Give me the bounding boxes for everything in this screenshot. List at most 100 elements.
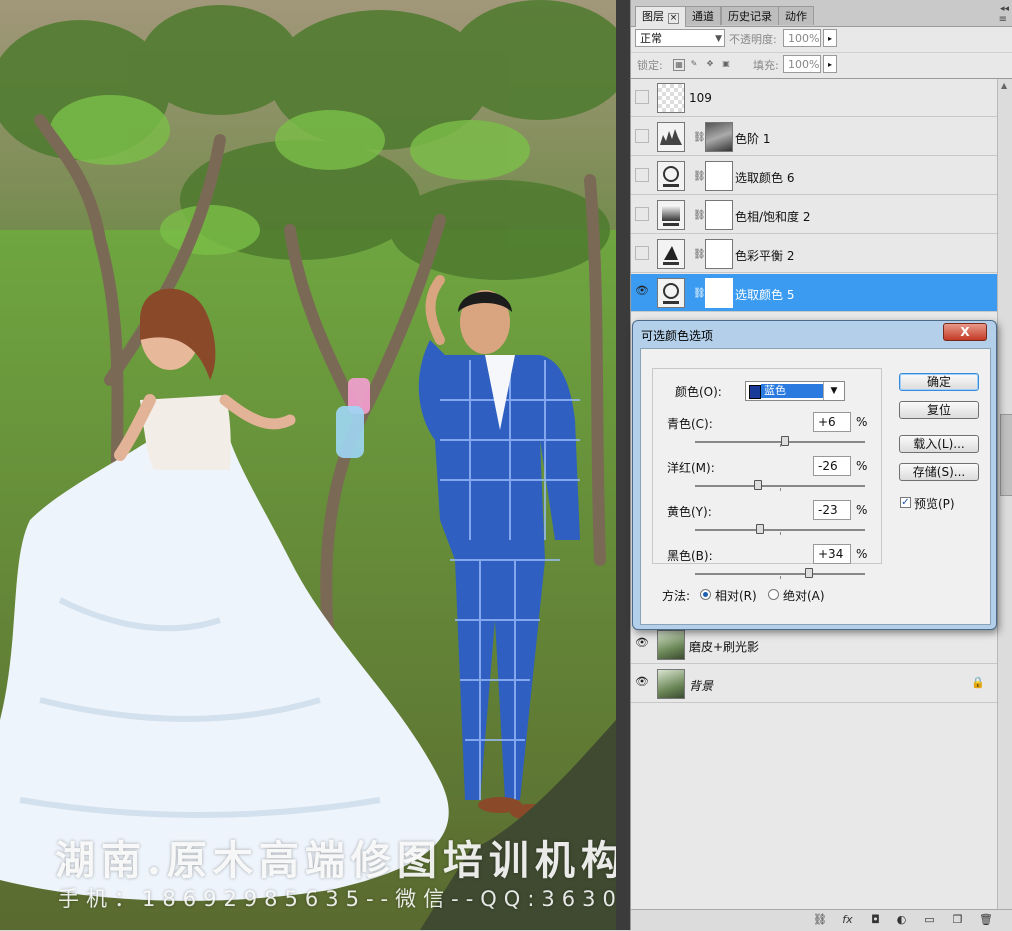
- tab-history[interactable]: 历史记录: [721, 6, 779, 25]
- eye-icon[interactable]: 👁: [635, 637, 649, 651]
- lock-all-icon[interactable]: ▣: [721, 59, 731, 69]
- visibility-toggle[interactable]: [635, 246, 649, 260]
- layer-mask-thumbnail[interactable]: [705, 200, 733, 230]
- visibility-toggle[interactable]: [635, 90, 649, 104]
- method-relative-radio[interactable]: [700, 589, 711, 600]
- colors-select[interactable]: 蓝色 ▼: [745, 381, 845, 401]
- magenta-value[interactable]: -26: [813, 456, 851, 476]
- tab-actions[interactable]: 动作: [778, 6, 814, 25]
- layer-mask-thumbnail[interactable]: [705, 161, 733, 191]
- link-layers-icon[interactable]: ⛓: [813, 913, 827, 926]
- lock-position-icon[interactable]: ✥: [705, 59, 715, 69]
- levels-icon: [657, 122, 685, 152]
- lock-label: 锁定:: [637, 59, 663, 72]
- new-layer-icon[interactable]: ❐: [951, 913, 964, 926]
- panel-menu-icon[interactable]: ≡: [999, 14, 1007, 25]
- method-absolute-radio[interactable]: [768, 589, 779, 600]
- opacity-slider-arrow-icon[interactable]: ▸: [823, 29, 837, 47]
- opacity-label: 不透明度:: [729, 33, 777, 46]
- layer-row[interactable]: ⛓ 选取颜色 6: [631, 157, 997, 195]
- layer-row[interactable]: ⛓ 色相/饱和度 2: [631, 196, 997, 234]
- visibility-toggle[interactable]: [635, 168, 649, 182]
- magenta-slider-track[interactable]: [695, 485, 865, 491]
- layer-name: 109: [689, 91, 712, 105]
- layer-row-selected[interactable]: 👁 ⛓ 选取颜色 5: [631, 274, 997, 312]
- lock-transparency-icon[interactable]: ▦: [673, 59, 685, 71]
- layers-scrollbar[interactable]: ▲: [997, 79, 1012, 909]
- color-adjust-group: 颜色(O): 蓝色 ▼ 青色(C): +6 % 洋红(M): -26 % 黄色(…: [652, 368, 882, 579]
- layer-name: 色彩平衡 2: [735, 249, 795, 263]
- layer-mask-thumbnail[interactable]: [705, 239, 733, 269]
- tab-actions-label: 动作: [785, 10, 807, 23]
- hue-saturation-icon: [657, 200, 685, 230]
- layer-name: 背景: [689, 679, 714, 693]
- layer-mask-thumbnail[interactable]: [705, 122, 733, 152]
- layer-row[interactable]: ⛓ 色彩平衡 2: [631, 235, 997, 273]
- link-icon[interactable]: ⛓: [693, 210, 706, 221]
- fill-input[interactable]: 100%: [783, 55, 821, 73]
- photo-canvas[interactable]: 湖南.原木高端修图培训机构出品 手机：18692985635--微信--QQ:3…: [0, 0, 616, 930]
- eye-icon[interactable]: 👁: [635, 676, 649, 690]
- link-icon[interactable]: ⛓: [693, 288, 706, 299]
- add-mask-icon[interactable]: ◘: [869, 913, 882, 926]
- percent-label: %: [856, 547, 868, 561]
- watermark-contact: 手机：18692985635--微信--QQ:363007626: [58, 887, 616, 911]
- load-button[interactable]: 载入(L)...: [899, 435, 979, 453]
- eye-icon[interactable]: 👁: [635, 285, 649, 299]
- reset-button[interactable]: 复位: [899, 401, 979, 419]
- layer-name: 选取颜色 6: [735, 171, 795, 185]
- cyan-slider-knob[interactable]: [781, 436, 790, 446]
- yellow-value[interactable]: -23: [813, 500, 851, 520]
- chevron-down-icon: ▼: [715, 34, 722, 44]
- blend-mode-value: 正常: [640, 32, 662, 45]
- blend-mode-select[interactable]: 正常 ▼: [635, 29, 725, 47]
- preview-label: 预览(P): [914, 497, 955, 511]
- panel-tabs: 图层 × 通道 历史记录 动作 ◂◂ ≡: [631, 0, 1012, 27]
- panel-collapse-icon[interactable]: ◂◂: [1000, 4, 1009, 14]
- preview-checkbox[interactable]: ✓: [900, 497, 911, 508]
- colors-value: 蓝色: [761, 384, 823, 398]
- selective-color-dialog: 可选颜色选项 X 颜色(O): 蓝色 ▼ 青色(C): +6 % 洋红(M): …: [632, 320, 997, 630]
- tab-layers[interactable]: 图层 ×: [635, 6, 686, 27]
- link-icon[interactable]: ⛓: [693, 132, 706, 143]
- adjustment-layer-icon[interactable]: ◐: [895, 913, 908, 926]
- lock-pixels-icon[interactable]: ✎: [689, 59, 699, 69]
- opacity-input[interactable]: 100%: [783, 29, 821, 47]
- black-slider-knob[interactable]: [804, 568, 813, 578]
- black-label: 黑色(B):: [667, 549, 713, 563]
- link-icon[interactable]: ⛓: [693, 249, 706, 260]
- black-slider-track[interactable]: [695, 573, 865, 579]
- magenta-slider-knob[interactable]: [753, 480, 762, 490]
- colors-label: 颜色(O):: [675, 385, 722, 399]
- black-value[interactable]: +34: [813, 544, 851, 564]
- layer-row[interactable]: 👁 磨皮+刷光影: [631, 626, 997, 664]
- save-button[interactable]: 存储(S)...: [899, 463, 979, 481]
- link-icon[interactable]: ⛓: [693, 171, 706, 182]
- cyan-slider-track[interactable]: [695, 441, 865, 447]
- fill-label: 填充:: [753, 59, 779, 72]
- yellow-slider-knob[interactable]: [756, 524, 765, 534]
- fx-icon[interactable]: fx: [841, 913, 854, 926]
- layer-mask-thumbnail[interactable]: [705, 278, 733, 308]
- layer-row[interactable]: 109: [631, 79, 997, 117]
- layer-thumbnail: [657, 630, 685, 660]
- visibility-toggle[interactable]: [635, 207, 649, 221]
- scroll-up-icon[interactable]: ▲: [1001, 81, 1007, 90]
- visibility-toggle[interactable]: [635, 129, 649, 143]
- trash-icon[interactable]: 🗑: [979, 913, 993, 926]
- layer-row[interactable]: 👁 背景 🔒: [631, 665, 997, 703]
- layer-thumbnail: [657, 83, 685, 113]
- close-button[interactable]: X: [943, 323, 987, 341]
- close-icon[interactable]: ×: [668, 13, 679, 24]
- yellow-slider-track[interactable]: [695, 529, 865, 535]
- cyan-value[interactable]: +6: [813, 412, 851, 432]
- tab-channels[interactable]: 通道: [685, 6, 721, 25]
- new-group-icon[interactable]: ▭: [923, 913, 936, 926]
- layer-row[interactable]: ⛓ 色阶 1: [631, 118, 997, 156]
- method-label: 方法:: [662, 589, 691, 603]
- fill-slider-arrow-icon[interactable]: ▸: [823, 55, 837, 73]
- dialog-body: 颜色(O): 蓝色 ▼ 青色(C): +6 % 洋红(M): -26 % 黄色(…: [640, 348, 991, 625]
- selective-color-icon: [657, 278, 685, 308]
- scrollbar-thumb[interactable]: [1000, 414, 1012, 496]
- ok-button[interactable]: 确定: [899, 373, 979, 391]
